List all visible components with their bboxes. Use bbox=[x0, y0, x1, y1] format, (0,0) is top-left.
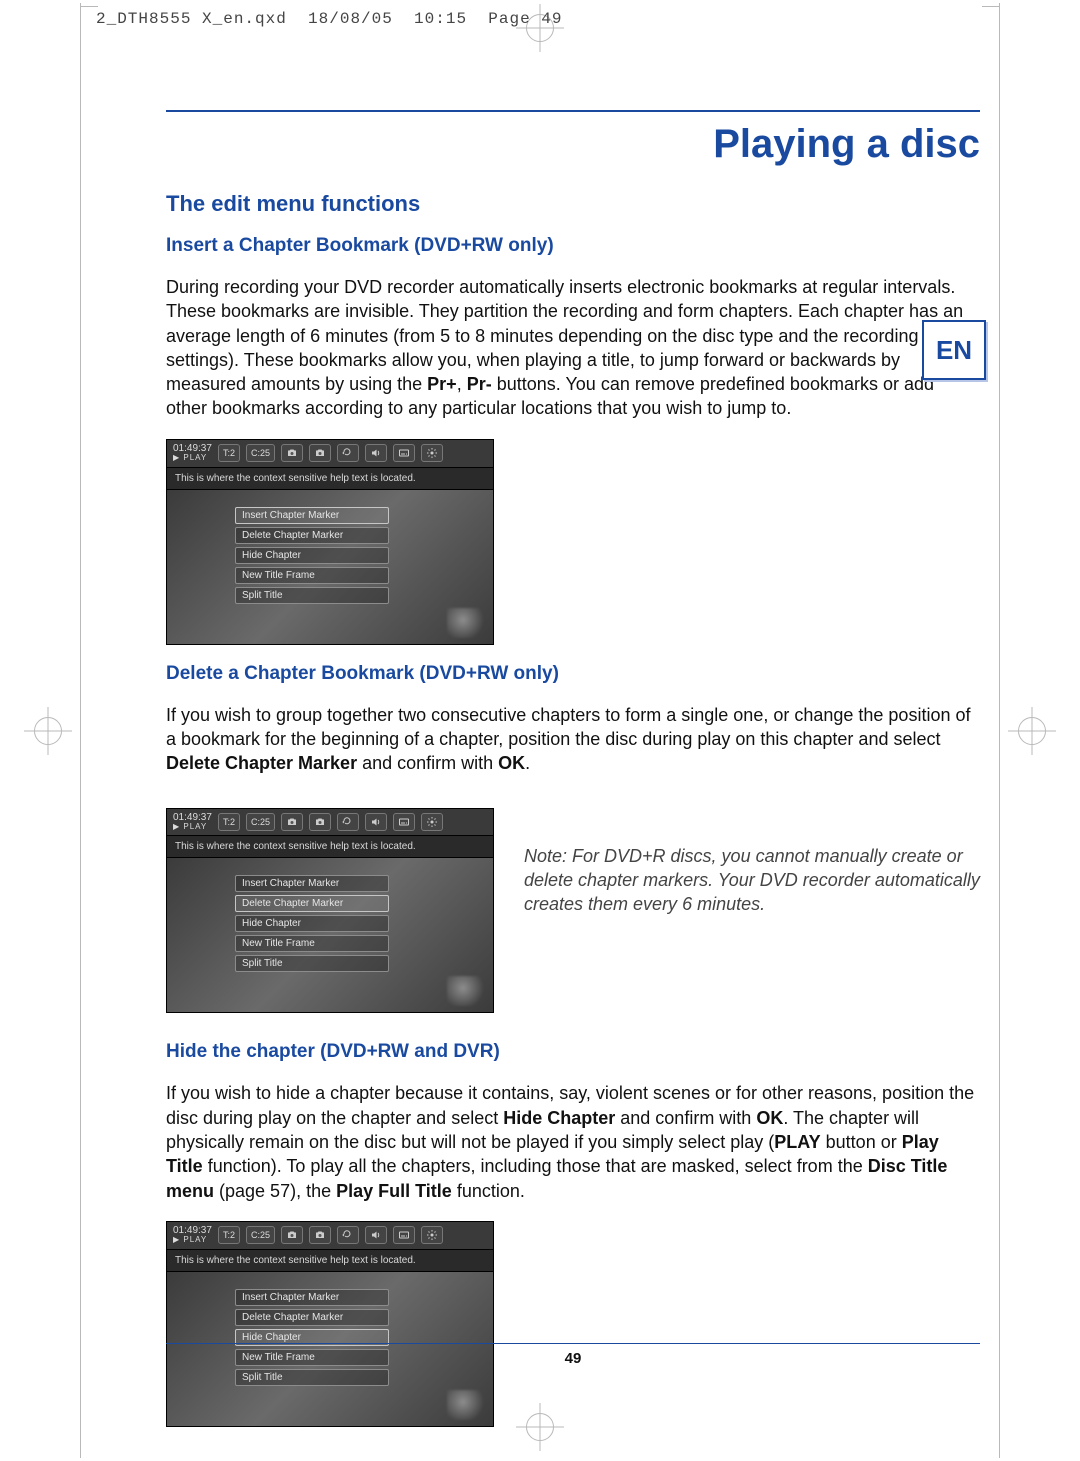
osd-title-chip: T:2 bbox=[218, 813, 240, 831]
text: function. bbox=[452, 1181, 525, 1201]
subsection-delete-heading: Delete a Chapter Bookmark (DVD+RW only) bbox=[166, 663, 980, 685]
subsection-delete-body: If you wish to group together two consec… bbox=[166, 703, 980, 776]
osd-chapter-chip: C:25 bbox=[246, 444, 275, 462]
page: 2_DTH8555 X_en.qxd 18/08/05 10:15 Page 4… bbox=[0, 0, 1080, 1461]
angle-b-icon bbox=[309, 813, 331, 831]
language-badge: EN bbox=[922, 320, 986, 380]
text: , bbox=[457, 374, 467, 394]
key-pr-plus: Pr+ bbox=[427, 374, 457, 394]
text: If you wish to group together two consec… bbox=[166, 705, 970, 749]
osd-menu-item[interactable]: New Title Frame bbox=[235, 935, 389, 952]
osd-chapter-chip: C:25 bbox=[246, 813, 275, 831]
osd-title-chip: T:2 bbox=[218, 444, 240, 462]
osd-help-text: This is where the context sensitive help… bbox=[167, 468, 493, 490]
osd-menu: Insert Chapter Marker Delete Chapter Mark… bbox=[167, 858, 493, 1012]
osd-menu-item[interactable]: Hide Chapter bbox=[235, 915, 389, 932]
subsection-insert-heading: Insert a Chapter Bookmark (DVD+RW only) bbox=[166, 235, 980, 257]
subsection-insert-body: During recording your DVD recorder autom… bbox=[166, 275, 980, 421]
menu-hide-chapter: Hide Chapter bbox=[503, 1108, 615, 1128]
crop-tick-left bbox=[80, 6, 98, 7]
settings-icon bbox=[421, 1226, 443, 1244]
osd-menu-item[interactable]: Delete Chapter Marker bbox=[235, 1309, 389, 1326]
angle-b-icon bbox=[309, 1226, 331, 1244]
osd-timecode: 01:49:37▶ PLAY bbox=[173, 444, 212, 463]
osd-preview-ghost bbox=[447, 608, 487, 638]
osd-insert: 01:49:37▶ PLAY T:2 C:25 This is where the c… bbox=[166, 439, 494, 645]
osd-help-text: This is where the context sensitive help… bbox=[167, 1250, 493, 1272]
osd-chapter-chip: C:25 bbox=[246, 1226, 275, 1244]
osd-title-chip: T:2 bbox=[218, 1226, 240, 1244]
angle-b-icon bbox=[309, 444, 331, 462]
subtitle-icon bbox=[393, 813, 415, 831]
osd-toolbar: 01:49:37▶ PLAY T:2 C:25 bbox=[167, 809, 493, 837]
osd-menu-item[interactable]: Split Title bbox=[235, 955, 389, 972]
crop-rule-right bbox=[999, 3, 1000, 1458]
osd-delete: 01:49:37▶ PLAY T:2 C:25 This is where the c… bbox=[166, 808, 494, 1014]
osd-menu-item[interactable]: Split Title bbox=[235, 1369, 389, 1386]
page-title: Playing a disc bbox=[166, 122, 980, 167]
osd-timecode: 01:49:37▶ PLAY bbox=[173, 813, 212, 832]
osd-menu-item[interactable]: Insert Chapter Marker bbox=[235, 507, 389, 524]
menu-play-full-title: Play Full Title bbox=[336, 1181, 452, 1201]
osd-menu-item[interactable]: Hide Chapter bbox=[235, 547, 389, 564]
audio-icon bbox=[365, 813, 387, 831]
angle-a-icon bbox=[281, 813, 303, 831]
crop-tick-right bbox=[982, 6, 1000, 7]
settings-icon bbox=[421, 813, 443, 831]
osd-menu-item[interactable]: Split Title bbox=[235, 587, 389, 604]
osd-play-label: ▶ PLAY bbox=[173, 454, 212, 462]
subsection-hide-heading: Hide the chapter (DVD+RW and DVR) bbox=[166, 1041, 980, 1063]
osd-toolbar: 01:49:37▶ PLAY T:2 C:25 bbox=[167, 1222, 493, 1250]
key-play: PLAY bbox=[774, 1132, 820, 1152]
angle-a-icon bbox=[281, 1226, 303, 1244]
text: button or bbox=[821, 1132, 902, 1152]
osd-menu-item[interactable]: Delete Chapter Marker bbox=[235, 895, 389, 912]
text: . bbox=[525, 753, 530, 773]
audio-icon bbox=[365, 444, 387, 462]
osd-timecode: 01:49:37▶ PLAY bbox=[173, 1226, 212, 1245]
repeat-icon bbox=[337, 1226, 359, 1244]
settings-icon bbox=[421, 444, 443, 462]
osd-preview-ghost bbox=[447, 1390, 487, 1420]
subsection-hide-body: If you wish to hide a chapter because it… bbox=[166, 1081, 980, 1202]
audio-icon bbox=[365, 1226, 387, 1244]
osd-hide: 01:49:37▶ PLAY T:2 C:25 This is where the c… bbox=[166, 1221, 494, 1427]
subtitle-icon bbox=[393, 1226, 415, 1244]
osd-menu-item[interactable]: New Title Frame bbox=[235, 567, 389, 584]
angle-a-icon bbox=[281, 444, 303, 462]
osd-menu-item[interactable]: Insert Chapter Marker bbox=[235, 875, 389, 892]
text: (page 57), the bbox=[214, 1181, 336, 1201]
repeat-icon bbox=[337, 813, 359, 831]
osd-play-label: ▶ PLAY bbox=[173, 823, 212, 831]
note-dvd-plus-r: Note: For DVD+R discs, you cannot manual… bbox=[524, 794, 980, 917]
page-number: 49 bbox=[166, 1343, 980, 1367]
registration-mark-left bbox=[24, 707, 72, 755]
osd-menu-item[interactable]: Delete Chapter Marker bbox=[235, 527, 389, 544]
subtitle-icon bbox=[393, 444, 415, 462]
page-title-rule bbox=[166, 110, 980, 112]
osd-play-label: ▶ PLAY bbox=[173, 1236, 212, 1244]
crop-rule-left bbox=[80, 3, 81, 1458]
osd-menu: Insert Chapter Marker Delete Chapter Mark… bbox=[167, 490, 493, 644]
text: and confirm with bbox=[362, 753, 498, 773]
osd-with-note-row: 01:49:37▶ PLAY T:2 C:25 This is where the c… bbox=[166, 794, 980, 1024]
key-ok: OK bbox=[498, 753, 525, 773]
osd-help-text: This is where the context sensitive help… bbox=[167, 836, 493, 858]
repeat-icon bbox=[337, 444, 359, 462]
section-heading: The edit menu functions bbox=[166, 191, 980, 217]
osd-toolbar: 01:49:37▶ PLAY T:2 C:25 bbox=[167, 440, 493, 468]
prepress-meta: 2_DTH8555 X_en.qxd 18/08/05 10:15 Page 4… bbox=[96, 10, 562, 28]
text: and confirm with bbox=[620, 1108, 756, 1128]
key-pr-minus: Pr- bbox=[467, 374, 492, 394]
menu-delete-chapter-marker: Delete Chapter Marker bbox=[166, 753, 357, 773]
osd-menu-item[interactable]: Insert Chapter Marker bbox=[235, 1289, 389, 1306]
page-content: Playing a disc EN The edit menu function… bbox=[166, 110, 980, 1437]
osd-preview-ghost bbox=[447, 976, 487, 1006]
registration-mark-right bbox=[1008, 707, 1056, 755]
key-ok: OK bbox=[756, 1108, 783, 1128]
text: function). To play all the chapters, inc… bbox=[203, 1156, 868, 1176]
